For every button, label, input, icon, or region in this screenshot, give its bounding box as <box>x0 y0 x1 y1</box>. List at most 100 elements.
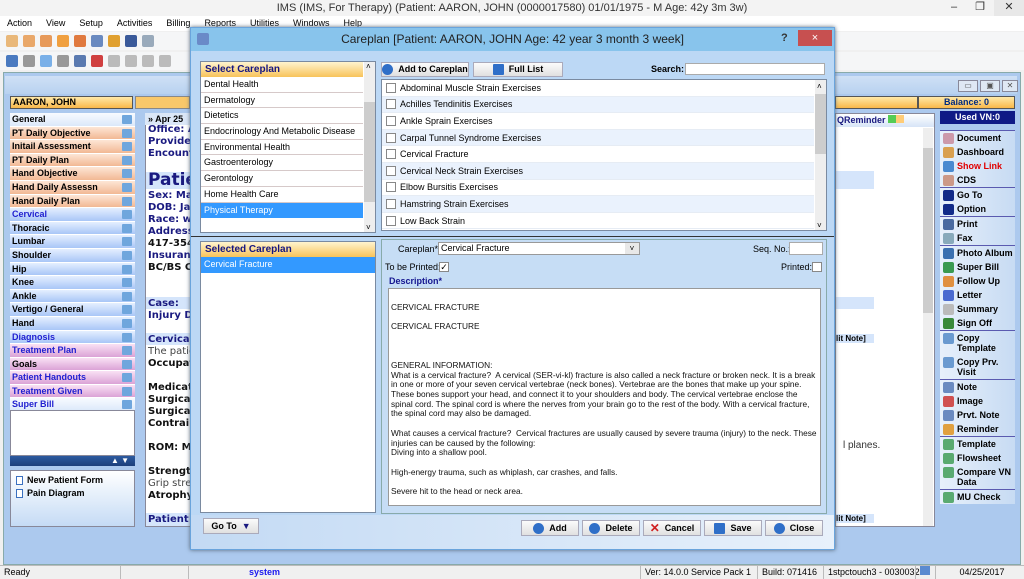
action-follow-up[interactable]: Follow Up <box>940 274 1015 288</box>
printed-checkbox[interactable] <box>812 262 822 272</box>
action-prvt-note[interactable]: Prvt. Note <box>940 408 1015 422</box>
user-edit-icon[interactable] <box>40 35 52 47</box>
careplan-item[interactable]: Carpal Tunnel Syndrome Exercises <box>382 129 814 147</box>
category-item[interactable]: Endocrinology And Metabolic Disease <box>201 124 363 140</box>
careplan-checkbox[interactable] <box>386 132 396 143</box>
delete-button[interactable]: Delete <box>582 520 640 536</box>
last-icon[interactable] <box>159 55 171 67</box>
template-icon[interactable] <box>122 223 132 233</box>
close-dialog-button[interactable]: Close <box>765 520 823 536</box>
action-compare-vn-data[interactable]: Compare VN Data <box>940 465 1015 489</box>
nav-item[interactable]: Lumbar <box>10 235 135 249</box>
careplan-select[interactable]: Cervical Fracture ˅ <box>438 242 640 255</box>
template-icon[interactable] <box>122 318 132 328</box>
nav-item[interactable]: PT Daily Plan <box>10 153 135 168</box>
category-item[interactable]: Gastroenterology <box>201 155 363 172</box>
edit-icon[interactable] <box>74 35 86 47</box>
description-textarea[interactable]: CERVICAL FRACTURE CERVICAL FRACTURE GENE… <box>388 288 821 506</box>
careplan-item[interactable]: Abdominal Muscle Strain Exercises <box>382 80 814 97</box>
template-icon[interactable] <box>122 250 132 260</box>
careplan-list-scrollbar[interactable]: ˄ ˅ <box>815 80 826 230</box>
shield-icon[interactable] <box>125 35 137 47</box>
form-link[interactable]: Pain Diagram <box>16 487 129 500</box>
menu-action[interactable]: Action <box>7 16 32 31</box>
template-icon[interactable] <box>122 332 132 342</box>
category-item[interactable]: Dermatology <box>201 93 363 109</box>
template-icon[interactable] <box>122 278 132 288</box>
action-go-to[interactable]: Go To <box>940 187 1015 202</box>
patient-icon[interactable] <box>6 35 18 47</box>
template-icon[interactable] <box>122 155 132 165</box>
first-icon[interactable] <box>108 55 120 67</box>
edit-note-link[interactable]: lit Note] <box>836 334 874 343</box>
prev-icon[interactable] <box>125 55 137 67</box>
template-icon[interactable] <box>122 210 132 220</box>
nav-item[interactable]: Hip <box>10 262 135 277</box>
template-icon[interactable] <box>122 359 132 369</box>
careplan-checkbox[interactable] <box>386 115 396 126</box>
action-photo-album[interactable]: Photo Album <box>940 245 1015 260</box>
category-item[interactable]: Home Health Care <box>201 187 363 203</box>
add-to-careplan-button[interactable]: Add to Careplan <box>381 62 469 77</box>
template-icon[interactable] <box>122 115 132 124</box>
template-icon[interactable] <box>122 400 132 410</box>
category-item[interactable]: Physical Therapy <box>201 202 363 219</box>
template-icon[interactable] <box>122 305 132 315</box>
nav-item[interactable]: PT Daily Objective <box>10 126 135 141</box>
rx-icon[interactable] <box>91 35 103 47</box>
action-letter[interactable]: Letter <box>940 288 1015 302</box>
template-icon[interactable] <box>122 373 132 383</box>
careplan-checkbox[interactable] <box>386 215 396 226</box>
orange-icon[interactable] <box>896 115 905 123</box>
lab-icon[interactable] <box>108 35 120 47</box>
action-copy-template[interactable]: Copy Template <box>940 330 1015 355</box>
minimize-button[interactable]: – <box>940 0 968 16</box>
chart-minimize-button[interactable]: ▭ <box>958 80 978 92</box>
form-link[interactable]: New Patient Form <box>16 474 129 487</box>
action-document[interactable]: Document <box>940 130 1015 145</box>
careplan-item[interactable]: Ankle Sprain Exercises <box>382 113 814 130</box>
remove-icon[interactable] <box>57 55 69 67</box>
patient-icons[interactable] <box>135 96 190 109</box>
edit-note-link-2[interactable]: lit Note] <box>836 514 874 523</box>
print-icon[interactable] <box>74 55 86 67</box>
user-icon[interactable] <box>23 35 35 47</box>
category-item[interactable]: Dental Health <box>201 77 363 93</box>
action-note[interactable]: Note <box>940 379 1015 394</box>
selected-careplan-item[interactable]: Cervical Fracture <box>201 257 375 273</box>
restore-button[interactable]: ❐ <box>966 0 994 16</box>
action-mu-check[interactable]: MU Check <box>940 489 1015 504</box>
chart-maximize-button[interactable]: ▣ <box>980 80 1000 92</box>
qreminder-label[interactable]: QReminder <box>837 115 886 125</box>
careplan-checkbox[interactable] <box>386 182 396 193</box>
careplan-item[interactable]: Cervical Fracture <box>382 146 814 163</box>
careplan-item[interactable]: Elbow Bursitis Exercises <box>382 180 814 197</box>
careplan-checkbox[interactable] <box>386 82 396 93</box>
careplan-checkbox[interactable] <box>386 165 396 176</box>
careplan-item[interactable]: Cervical Neck Strain Exercises <box>382 162 814 180</box>
careplan-checkbox[interactable] <box>386 99 396 110</box>
action-flowsheet[interactable]: Flowsheet <box>940 451 1015 465</box>
action-cds[interactable]: CDS <box>940 173 1015 187</box>
template-icon[interactable] <box>122 196 132 206</box>
action-summary[interactable]: Summary <box>940 302 1015 316</box>
menu-view[interactable]: View <box>46 16 65 31</box>
nav-scroll-bar[interactable]: ▲ ▼ <box>10 456 135 466</box>
careplan-item[interactable]: Low Back Strain <box>382 213 814 230</box>
action-print[interactable]: Print <box>940 216 1015 231</box>
help-button[interactable]: ? <box>781 32 788 44</box>
action-copy-prv-visit[interactable]: Copy Prv. Visit <box>940 355 1015 379</box>
menu-activities[interactable]: Activities <box>117 16 153 31</box>
to-be-printed-checkbox[interactable]: ✓ <box>439 262 449 272</box>
template-icon[interactable] <box>122 237 132 247</box>
action-super-bill[interactable]: Super Bill <box>940 260 1015 274</box>
chevron-down-icon[interactable]: ˅ <box>625 243 639 254</box>
template-icon[interactable] <box>122 128 132 138</box>
template-icon[interactable] <box>122 142 132 152</box>
action-option[interactable]: Option <box>940 202 1015 216</box>
go-to-dropdown[interactable]: Go To ▼ <box>203 518 259 534</box>
seq-no-stepper[interactable] <box>789 242 823 255</box>
edit-note-icon[interactable] <box>40 55 52 67</box>
nav-item[interactable]: General <box>10 113 135 127</box>
template-icon[interactable] <box>122 264 132 274</box>
